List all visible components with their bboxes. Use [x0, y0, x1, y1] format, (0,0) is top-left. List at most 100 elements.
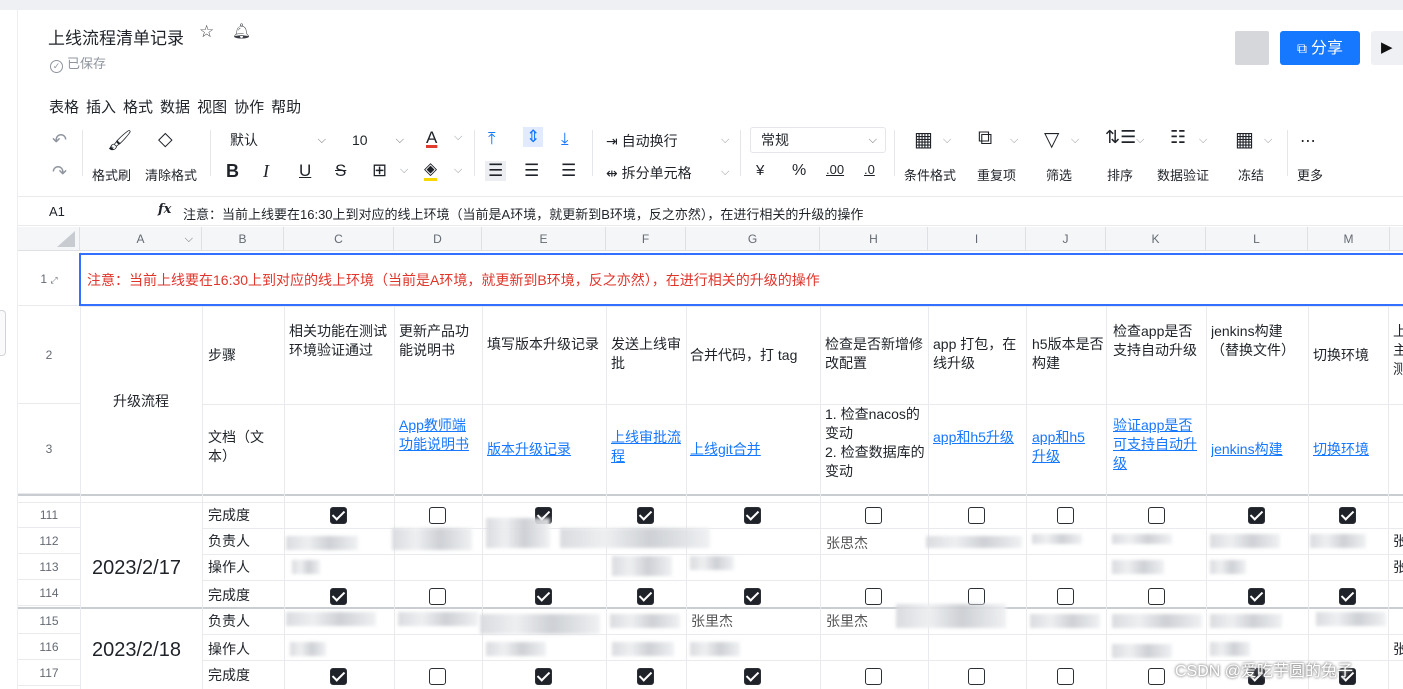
undo-icon[interactable]: ↶: [52, 130, 67, 151]
step-cell[interactable]: 检查是否新增修改配置: [825, 335, 925, 373]
doc-link[interactable]: 上线git合并: [690, 440, 818, 459]
number-format-select[interactable]: 常规 ⌵: [750, 127, 886, 153]
border-icon[interactable]: ⊞: [372, 160, 387, 181]
step-cell[interactable]: 切换环境: [1313, 346, 1387, 365]
completion-checkbox[interactable]: [1057, 507, 1074, 524]
completion-checkbox[interactable]: [535, 668, 552, 685]
italic-icon[interactable]: I: [263, 161, 269, 182]
completion-checkbox[interactable]: [968, 507, 985, 524]
sort-button[interactable]: 排序: [1107, 165, 1133, 184]
date-cell[interactable]: 2023/2/18: [92, 637, 181, 664]
chevron-down-icon[interactable]: ⌵: [721, 134, 729, 147]
column-header-l[interactable]: L: [1206, 227, 1308, 251]
align-bottom-icon[interactable]: ⤓: [561, 129, 569, 149]
chevron-down-icon[interactable]: ⌵: [1264, 134, 1272, 147]
completion-checkbox[interactable]: [429, 588, 446, 605]
step-cell[interactable]: 发送上线审批: [611, 335, 683, 373]
completion-checkbox[interactable]: [330, 588, 347, 605]
column-header-c[interactable]: C: [284, 227, 394, 251]
percent-button[interactable]: %: [792, 162, 806, 180]
sort-icon[interactable]: ⇅☰: [1105, 127, 1136, 148]
completion-checkbox[interactable]: [865, 507, 882, 524]
column-header-k[interactable]: K: [1106, 227, 1206, 251]
menu-item-table[interactable]: 表格: [49, 99, 79, 116]
owner-name-cell[interactable]: 张里杰: [826, 612, 868, 631]
completion-checkbox[interactable]: [968, 588, 985, 605]
currency-button[interactable]: ¥: [756, 162, 764, 179]
completion-checkbox[interactable]: [535, 588, 552, 605]
align-center-icon[interactable]: ☰: [524, 161, 539, 181]
fill-color-icon[interactable]: ◈: [424, 160, 438, 181]
duplicates-button[interactable]: 重复项: [977, 165, 1016, 184]
chevron-down-icon[interactable]: ⌵: [721, 166, 729, 179]
eraser-icon[interactable]: ◇: [158, 128, 173, 151]
completion-checkbox[interactable]: [637, 507, 654, 524]
menu-item-insert[interactable]: 插入: [86, 99, 116, 116]
column-header-h[interactable]: H: [820, 227, 928, 251]
align-middle-icon[interactable]: ⇕: [523, 127, 544, 147]
steps-label-cell[interactable]: 步骤: [208, 346, 278, 365]
font-color-icon[interactable]: A: [426, 128, 437, 148]
operator-label[interactable]: 操作人: [208, 558, 250, 577]
doc-note-cell[interactable]: 1. 检查nacos的变动 2. 检查数据库的变动: [825, 405, 925, 481]
column-header-d[interactable]: D: [394, 227, 482, 251]
format-brush-button[interactable]: 格式刷: [92, 165, 131, 184]
completion-checkbox[interactable]: [330, 507, 347, 524]
row-header-3[interactable]: 3: [18, 404, 80, 494]
completion-label[interactable]: 完成度: [208, 586, 250, 605]
completion-label[interactable]: 完成度: [208, 666, 250, 685]
select-all-corner[interactable]: [18, 227, 80, 251]
column-header-e[interactable]: E: [482, 227, 606, 251]
column-header-a[interactable]: A ⌵: [80, 227, 202, 251]
completion-checkbox[interactable]: [1148, 668, 1165, 685]
completion-label[interactable]: 完成度: [208, 506, 250, 525]
column-header-i[interactable]: I: [928, 227, 1026, 251]
row-header-113[interactable]: 113: [18, 554, 80, 580]
row-header-111[interactable]: 111: [18, 502, 80, 528]
completion-checkbox[interactable]: [1057, 668, 1074, 685]
step-cell[interactable]: jenkins构建（替换文件）: [1211, 322, 1303, 360]
doc-label-cell[interactable]: 文档（文本）: [208, 428, 280, 466]
cell-reference[interactable]: A1: [49, 204, 65, 219]
column-header-m[interactable]: M: [1308, 227, 1390, 251]
row-header-114[interactable]: 114: [18, 580, 80, 606]
owner-label[interactable]: 负责人: [208, 612, 250, 631]
step-cell[interactable]: 相关功能在测试环境验证通过: [289, 322, 391, 360]
step-cell[interactable]: 更新产品功能说明书: [399, 322, 479, 360]
completion-checkbox[interactable]: [1148, 507, 1165, 524]
redo-icon[interactable]: ↷: [52, 162, 67, 183]
chevron-down-icon[interactable]: ⌵: [454, 164, 462, 177]
filter-button[interactable]: 筛选: [1046, 165, 1072, 184]
avatar[interactable]: [1235, 31, 1269, 65]
font-family-select[interactable]: 默认 ⌵: [220, 128, 334, 154]
completion-checkbox[interactable]: [1248, 588, 1265, 605]
operator-label[interactable]: 操作人: [208, 640, 250, 659]
date-cell[interactable]: 2023/2/17: [92, 555, 181, 582]
format-brush-icon[interactable]: 🖌︎: [107, 128, 132, 153]
upgrade-flow-cell[interactable]: 升级流程: [80, 392, 202, 411]
present-button[interactable]: ▶: [1371, 31, 1403, 65]
column-header-b[interactable]: B: [202, 227, 284, 251]
clear-format-button[interactable]: 清除格式: [145, 165, 197, 184]
completion-checkbox[interactable]: [1148, 588, 1165, 605]
row-header-112[interactable]: 112: [18, 528, 80, 554]
chevron-down-icon[interactable]: ⌵: [454, 131, 462, 144]
chevron-down-icon[interactable]: ⌵: [1010, 134, 1018, 147]
menu-item-help[interactable]: 帮助: [271, 99, 301, 116]
menu-item-view[interactable]: 视图: [197, 99, 227, 116]
doc-link[interactable]: 上线审批流程: [611, 428, 683, 466]
chevron-down-icon[interactable]: ⌵: [1071, 134, 1079, 147]
more-button[interactable]: 更多: [1297, 165, 1323, 184]
doc-link[interactable]: 验证app是否可支持自动升级: [1113, 416, 1201, 473]
align-top-icon[interactable]: ⤒: [488, 129, 496, 149]
completion-checkbox[interactable]: [1339, 588, 1356, 605]
align-left-icon[interactable]: ☰: [485, 161, 507, 181]
duplicates-icon[interactable]: ⧉: [978, 127, 992, 150]
step-cell[interactable]: 检查app是否支持自动升级: [1113, 322, 1203, 360]
completion-checkbox[interactable]: [330, 668, 347, 685]
row-header-2[interactable]: 2: [18, 306, 80, 404]
doc-link[interactable]: 版本升级记录: [487, 440, 603, 459]
completion-checkbox[interactable]: [865, 588, 882, 605]
doc-link[interactable]: app和h5升级: [1032, 428, 1098, 466]
notification-icon[interactable]: 🔔︎: [232, 22, 251, 40]
